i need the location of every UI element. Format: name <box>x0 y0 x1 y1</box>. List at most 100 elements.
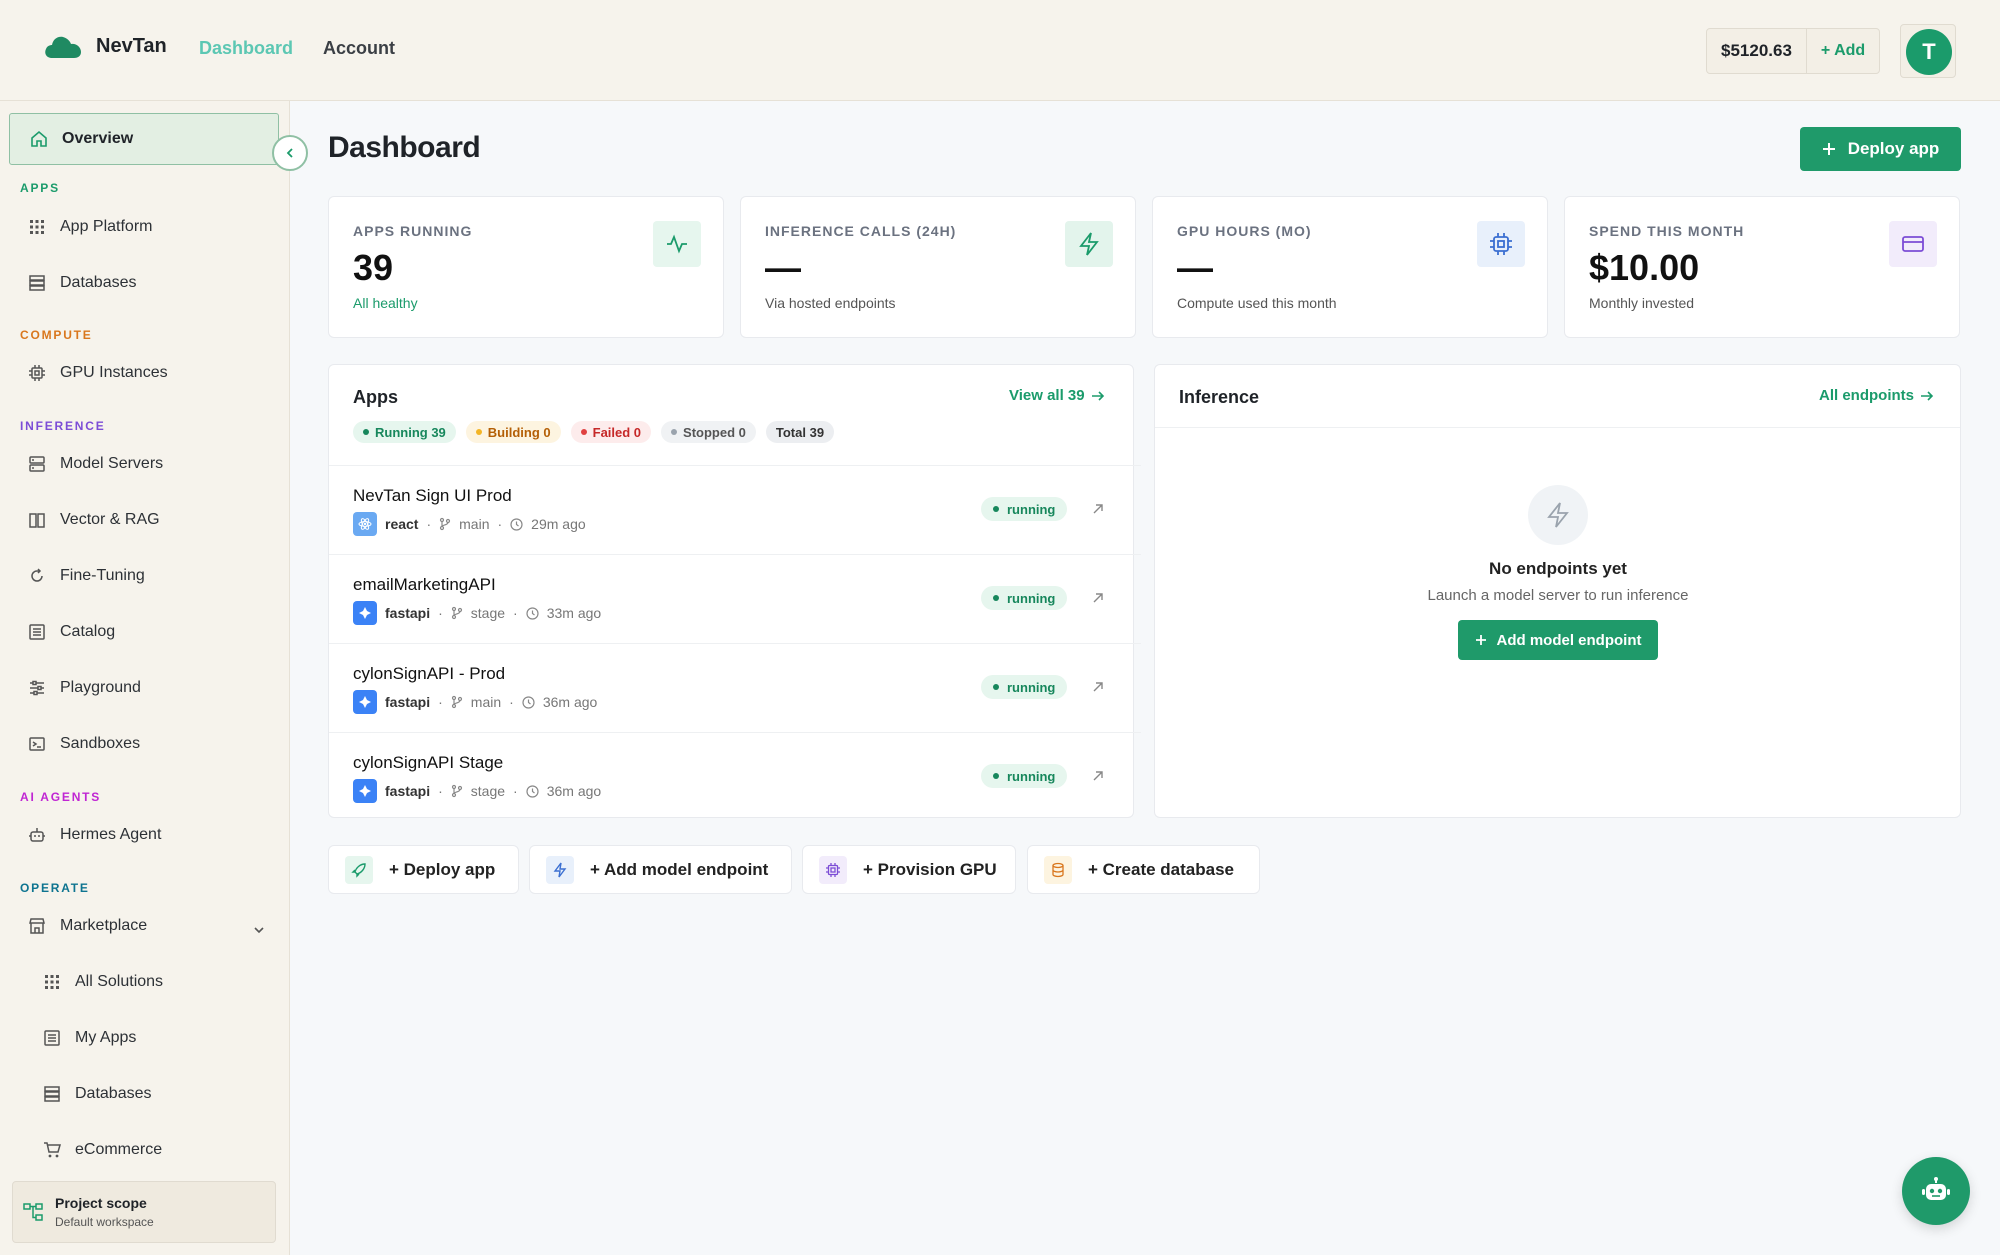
add-model-endpoint-label: Add model endpoint <box>1496 631 1642 649</box>
sidebar-item-model-servers[interactable]: Model Servers <box>28 455 163 473</box>
app-name[interactable]: emailMarketingAPI <box>353 575 496 595</box>
avatar-wrapper[interactable]: T <box>1900 24 1956 78</box>
quick-provision-gpu-button[interactable]: + Provision GPU <box>802 845 1016 894</box>
sidebar-item-marketplace[interactable]: Marketplace <box>28 917 147 935</box>
external-link-icon[interactable] <box>1091 502 1105 516</box>
chevron-down-icon[interactable] <box>252 923 266 937</box>
project-scope-title: Project scope <box>55 1195 147 1211</box>
branch-icon <box>451 695 462 709</box>
stat-value: 39 <box>353 247 394 288</box>
external-link-icon[interactable] <box>1091 680 1105 694</box>
chip-running[interactable]: Running 39 <box>353 421 456 443</box>
quick-create-database-button[interactable]: + Create database <box>1027 845 1260 894</box>
separator: · <box>438 605 443 621</box>
sidebar-item-label: Fine-Tuning <box>60 567 145 584</box>
quick-deploy-app-button[interactable]: + Deploy app <box>328 845 519 894</box>
sidebar-item-catalog[interactable]: Catalog <box>28 623 115 641</box>
book-icon <box>29 513 45 528</box>
sidebar-item-label: Catalog <box>60 623 116 640</box>
credit-card-icon <box>1889 221 1937 267</box>
project-scope[interactable]: Project scope Default workspace <box>12 1181 276 1243</box>
empty-subtitle: Launch a model server to run inference <box>1427 587 1689 604</box>
sidebar-item-vector-rag[interactable]: Vector & RAG <box>28 511 160 529</box>
grid-icon <box>30 220 44 234</box>
status-badge: running <box>981 586 1068 610</box>
chip-label: Stopped 0 <box>683 424 746 440</box>
branch: stage <box>470 783 506 799</box>
clock-icon <box>526 606 539 620</box>
sidebar-item-playground[interactable]: Playground <box>28 679 141 697</box>
add-model-endpoint-button[interactable]: Add model endpoint <box>1458 620 1658 660</box>
add-funds-button[interactable]: + Add <box>1807 29 1879 73</box>
separator: · <box>509 694 514 710</box>
app-name[interactable]: cylonSignAPI Stage <box>353 753 503 773</box>
table-row[interactable]: NevTan Sign UI Prod react · main · 29m a… <box>329 465 1141 553</box>
fastapi-icon <box>353 601 377 625</box>
chip-icon <box>29 365 45 381</box>
sidebar-item-fine-tuning[interactable]: Fine-Tuning <box>28 567 145 585</box>
apps-panel-title: Apps <box>353 387 398 407</box>
sidebar-item-sandboxes[interactable]: Sandboxes <box>28 735 140 753</box>
chip-stopped[interactable]: Stopped 0 <box>661 421 756 443</box>
table-row[interactable]: emailMarketingAPI fastapi · stage · 33m … <box>329 554 1141 642</box>
sidebar-item-ecommerce[interactable]: eCommerce <box>43 1141 162 1159</box>
deploy-app-button[interactable]: Deploy app <box>1800 127 1961 171</box>
cloud-icon <box>45 36 81 58</box>
inference-panel: Inference All endpoints No endpoints yet… <box>1154 364 1961 818</box>
chip-building[interactable]: Building 0 <box>465 421 561 443</box>
table-row[interactable]: cylonSignAPI - Prod fastapi · main · 36m… <box>329 643 1141 731</box>
chip-icon <box>819 855 847 884</box>
sidebar-item-gpu-instances[interactable]: GPU Instances <box>28 364 168 382</box>
sidebar-item-databases-sub[interactable]: Databases <box>43 1085 152 1103</box>
app-name[interactable]: NevTan Sign UI Prod <box>353 486 512 506</box>
chip-icon <box>1477 221 1525 267</box>
sidebar-item-label: eCommerce <box>75 1141 163 1158</box>
status-label: running <box>1007 679 1056 695</box>
app-meta: react · main · 29m ago <box>353 512 586 536</box>
sliders-icon <box>30 680 44 696</box>
branch-icon <box>451 784 462 798</box>
sidebar-item-app-platform[interactable]: App Platform <box>28 218 152 236</box>
separator: · <box>438 783 443 799</box>
age: 29m ago <box>531 516 586 532</box>
nav-dashboard[interactable]: Dashboard <box>199 38 293 59</box>
apps-panel: Apps View all 39 Running 39 Building 0 F… <box>328 364 1141 818</box>
external-link-icon[interactable] <box>1091 769 1105 783</box>
stat-sub: Via hosted endpoints <box>765 295 896 311</box>
quick-label: + Add model endpoint <box>590 859 769 879</box>
separator: · <box>513 783 518 799</box>
project-scope-subtitle: Default workspace <box>55 1215 154 1229</box>
chip-failed[interactable]: Failed 0 <box>570 421 652 443</box>
fastapi-icon <box>353 779 377 803</box>
view-all-apps-link[interactable]: View all 39 <box>1009 387 1105 404</box>
age: 36m ago <box>546 783 602 799</box>
sidebar-item-overview[interactable]: Overview <box>9 113 279 165</box>
stat-sub: Monthly invested <box>1589 295 1695 311</box>
status-label: running <box>1007 590 1056 606</box>
robot-icon <box>29 828 45 842</box>
app-name[interactable]: cylonSignAPI - Prod <box>353 664 505 684</box>
external-link-icon[interactable] <box>1091 591 1105 605</box>
quick-add-model-endpoint-button[interactable]: + Add model endpoint <box>529 845 792 894</box>
all-endpoints-link[interactable]: All endpoints <box>1819 387 1934 404</box>
sidebar-item-label: Databases <box>60 274 137 291</box>
section-operate: OPERATE <box>20 881 90 895</box>
sidebar-collapse-button[interactable] <box>272 135 308 171</box>
sidebar-item-all-solutions[interactable]: All Solutions <box>43 973 163 991</box>
brand-logo[interactable]: NevTan <box>44 34 167 58</box>
nav-account[interactable]: Account <box>323 38 395 59</box>
status-badge: running <box>981 497 1068 521</box>
arrow-right-icon <box>1921 390 1934 401</box>
sidebar-item-label: Hermes Agent <box>60 826 162 843</box>
chip-label: Running 39 <box>375 424 446 440</box>
framework: fastapi <box>385 605 431 621</box>
sidebar-item-databases[interactable]: Databases <box>28 274 137 292</box>
table-row[interactable]: cylonSignAPI Stage fastapi · stage · 36m… <box>329 732 1141 818</box>
sidebar-item-label: Vector & RAG <box>60 511 160 528</box>
sidebar-item-my-apps[interactable]: My Apps <box>43 1029 136 1047</box>
chat-bot-button[interactable] <box>1902 1157 1970 1225</box>
status-badge: running <box>981 675 1068 699</box>
chip-total[interactable]: Total 39 <box>765 421 835 443</box>
avatar[interactable]: T <box>1906 29 1952 75</box>
sidebar-item-hermes-agent[interactable]: Hermes Agent <box>28 826 161 844</box>
